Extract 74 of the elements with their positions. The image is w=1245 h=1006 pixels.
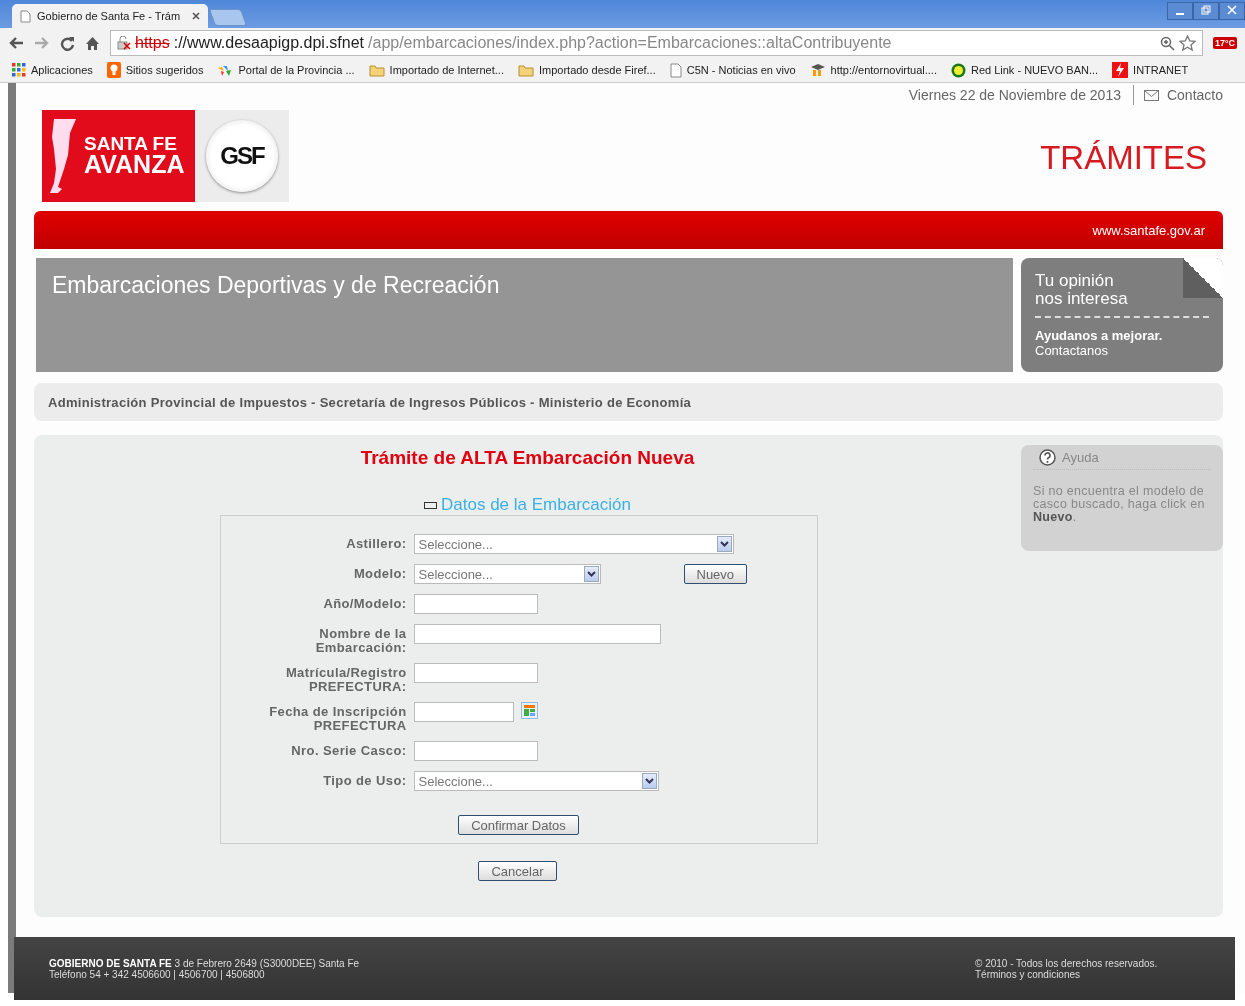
breadcrumb-bar: Administración Provincial de Impuestos - Secretaría de Ingresos Públicos - Ministerio de Economía xyxy=(34,383,1223,421)
bookmark-item[interactable]: Importado de Internet... xyxy=(368,63,504,77)
field-label: Año/Modelo: xyxy=(322,595,407,611)
restore-icon xyxy=(1201,5,1211,15)
province-map-icon xyxy=(48,117,78,195)
field-label: Astillero: xyxy=(345,535,407,551)
field-label: Tipo de Uso: xyxy=(322,772,407,788)
input-field[interactable] xyxy=(413,663,538,683)
copyright-text: © 2010 - Todos los derechos reservados. xyxy=(975,957,1159,969)
address-bar[interactable]: https ://www.desaapigp.dpi.sfnet /app/embarcaciones/index.php?action=Embarcaciones::altaContribuyente xyxy=(110,30,1203,56)
weather-badge[interactable]: 17°C xyxy=(1212,37,1237,49)
field-label: Nro. Serie Casco: xyxy=(290,742,407,758)
select-field[interactable]: Seleccione... xyxy=(413,534,734,554)
confirm-button[interactable]: Confirmar Datos xyxy=(458,815,579,835)
lightbulb-icon xyxy=(106,62,121,78)
section-title: TRÁMITES xyxy=(1040,139,1207,177)
bookmark-item[interactable]: C5N - Noticias en vivo xyxy=(669,62,796,78)
feedback-card[interactable]: Tu opinión nos interesa Ayudanos a mejorar. Contactanos xyxy=(1021,258,1223,372)
help-text: Si no encuentra el modelo de casco buscado, haga click en Nuevo. xyxy=(1033,485,1206,524)
minimize-icon xyxy=(1176,13,1184,15)
help-icon xyxy=(1039,448,1056,466)
page-icon xyxy=(669,62,682,78)
select-field[interactable]: Seleccione... xyxy=(413,564,601,584)
terms-link[interactable]: Términos y condiciones xyxy=(975,968,1081,980)
footer-address: GOBIERNO DE SANTA FE 3 de Febrero 2649 (S3000DEE) Santa Fe Teléfono 54 + 342 4506600 | 4506700 | 4506800 xyxy=(49,957,360,980)
input-field[interactable] xyxy=(413,594,538,614)
envelope-icon xyxy=(1143,89,1159,101)
bookmark-item[interactable]: Sitios sugeridos xyxy=(106,62,204,78)
bookmark-item[interactable]: http://entornovirtual.... xyxy=(809,63,937,77)
flag-icon xyxy=(1112,62,1129,78)
select-field[interactable]: Seleccione... xyxy=(413,771,659,791)
apps-grid-icon xyxy=(12,63,26,77)
cancel-button[interactable]: Cancelar xyxy=(478,861,557,881)
bookmark-item[interactable]: Importado desde Firef... xyxy=(517,63,656,77)
bookmark-item[interactable]: Aplicaciones xyxy=(12,63,93,77)
calendar-icon[interactable] xyxy=(520,702,538,719)
date-text: Viernes 22 de Noviembre de 2013 xyxy=(908,87,1121,103)
folder-icon xyxy=(368,63,385,77)
site-link[interactable]: www.santafe.gov.ar xyxy=(1092,222,1205,238)
field-label: Modelo: xyxy=(352,565,407,581)
help-title: Ayuda xyxy=(1062,449,1099,465)
broken-lock-icon xyxy=(117,36,131,50)
bookmark-item[interactable]: Portal de la Provincia ... xyxy=(217,63,355,77)
bookmark-item[interactable]: INTRANET xyxy=(1112,62,1189,78)
zoom-icon[interactable] xyxy=(1159,35,1175,51)
tab-title: Gobierno de Santa Fe - Trám xyxy=(37,10,182,22)
mortarboard-icon xyxy=(809,63,826,77)
input-field[interactable] xyxy=(413,741,538,761)
home-icon[interactable] xyxy=(85,35,100,51)
stars-icon xyxy=(217,63,234,77)
minimize-button[interactable] xyxy=(1167,2,1193,20)
field-label: Fecha de Inscripción PREFECTURA xyxy=(268,703,407,733)
field-label: Nombre de la Embarcación: xyxy=(314,625,407,655)
gsf-logo: GSF xyxy=(206,120,278,192)
form-title: Trámite de ALTA Embarcación Nueva xyxy=(360,447,695,469)
restore-button[interactable] xyxy=(1193,2,1219,20)
back-icon[interactable] xyxy=(8,36,24,50)
field-label: Matrícula/Registro PREFECTURA: xyxy=(284,664,407,694)
close-button[interactable] xyxy=(1219,2,1245,20)
close-icon[interactable] xyxy=(192,12,200,20)
browser-tab[interactable]: Gobierno de Santa Fe - Trám xyxy=(12,4,208,28)
date-field[interactable] xyxy=(413,702,514,722)
page-title: Embarcaciones Deportivas y de Recreación xyxy=(36,258,1013,372)
page-icon xyxy=(20,9,31,23)
reload-icon[interactable] xyxy=(60,35,75,51)
folder-icon xyxy=(517,63,534,77)
close-icon xyxy=(1227,5,1237,15)
input-field[interactable] xyxy=(413,624,661,644)
logo-banner: SANTA FE AVANZA xyxy=(42,110,195,202)
circle-logo-icon xyxy=(950,62,966,78)
contact-link[interactable]: Contacto xyxy=(1143,87,1223,103)
new-button[interactable]: Nuevo xyxy=(683,564,748,584)
star-icon[interactable] xyxy=(1178,35,1196,51)
bookmark-item[interactable]: Red Link - NUEVO BAN... xyxy=(950,62,1099,78)
